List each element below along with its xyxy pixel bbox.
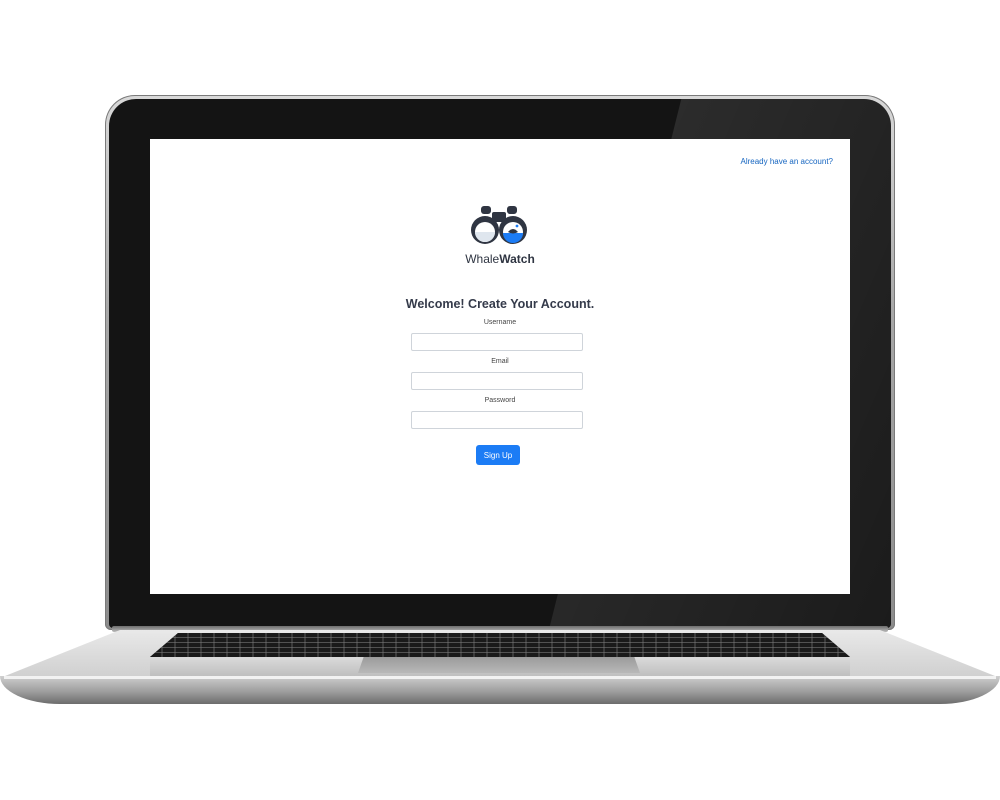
brand-name: WhaleWatch xyxy=(150,252,850,266)
trackpad xyxy=(358,657,640,673)
binoculars-icon xyxy=(471,206,527,244)
username-input[interactable] xyxy=(411,333,583,351)
brand-name-part1: Whale xyxy=(465,252,500,266)
laptop-screen: Already have an account? WhaleWatch Welc… xyxy=(150,139,850,594)
sign-up-button[interactable]: Sign Up xyxy=(476,445,520,465)
username-label: Username xyxy=(483,319,517,326)
password-label: Password xyxy=(484,397,516,404)
base-edge-shine xyxy=(4,676,996,679)
email-input[interactable] xyxy=(411,372,583,390)
password-input[interactable] xyxy=(411,411,583,429)
page-title: Welcome! Create Your Account. xyxy=(405,297,595,311)
laptop-base-edge xyxy=(0,676,1000,704)
login-link[interactable]: Already have an account? xyxy=(740,157,833,166)
brand-name-part2: Watch xyxy=(499,252,535,266)
email-label: Email xyxy=(491,358,509,365)
keyboard-rows xyxy=(150,633,850,657)
